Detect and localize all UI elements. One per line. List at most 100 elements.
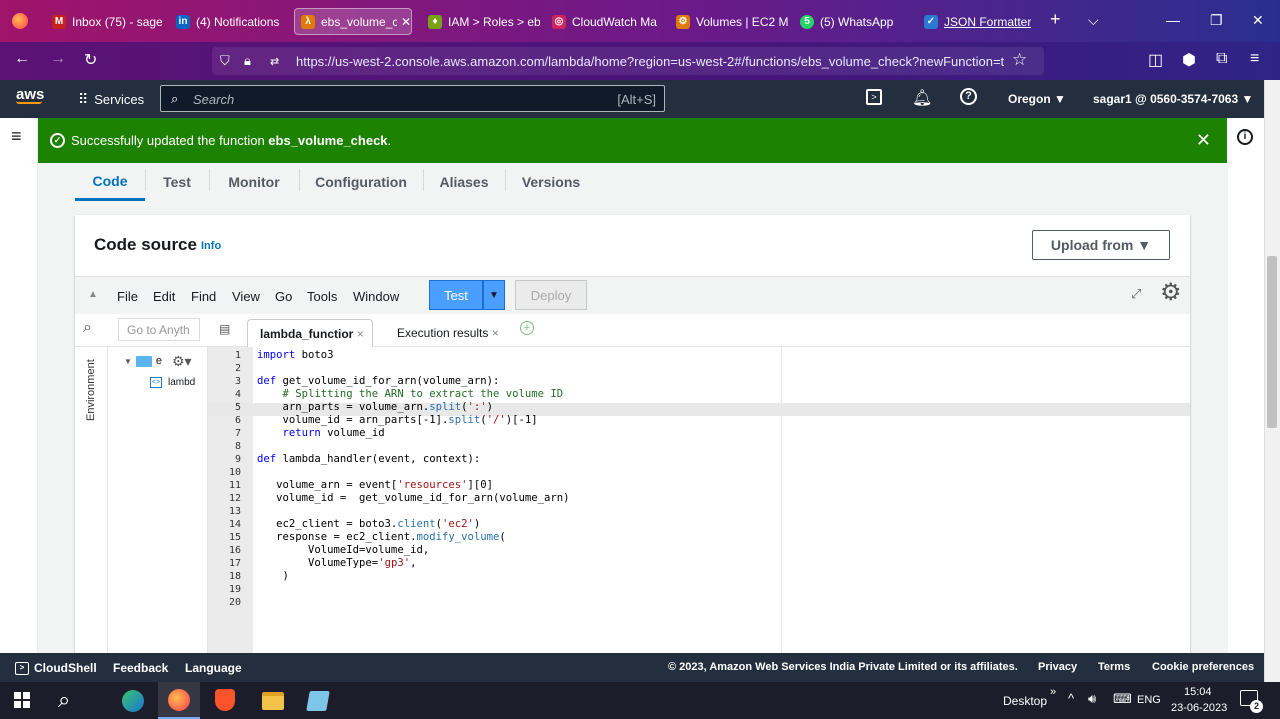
menu-hamburger-icon[interactable]: ≡ — [11, 126, 22, 147]
feedback-link[interactable]: Feedback — [113, 661, 168, 675]
menu-view[interactable]: View — [232, 289, 260, 304]
browser-tab-cloudwatch[interactable]: ◎ CloudWatch Ma — [546, 8, 664, 35]
firefox-menu-icon[interactable] — [12, 13, 28, 29]
file-tab-execution-results[interactable]: Execution results × — [381, 319, 509, 347]
deploy-button[interactable]: Deploy — [515, 280, 587, 310]
environment-label[interactable]: Environment — [85, 345, 97, 421]
address-bar[interactable]: ⛉ 🔒︎ ⇄ https://us-west-2.console.aws.ama… — [212, 47, 1044, 75]
dismiss-banner-icon[interactable]: ✕ — [1196, 130, 1211, 151]
menu-file[interactable]: File — [117, 289, 138, 304]
terms-link[interactable]: Terms — [1098, 661, 1130, 673]
search-files-icon[interactable]: ⌕ — [83, 319, 92, 337]
info-link[interactable]: Info — [201, 240, 221, 252]
hamburger-menu-icon[interactable]: ≡ — [1250, 50, 1259, 68]
account-menu[interactable]: sagar1 @ 0560-3574-7063 ▼ — [1093, 92, 1253, 106]
close-window-icon[interactable]: ✕ — [1252, 12, 1264, 29]
code-line[interactable]: response = ec2_client.modify_volume( — [257, 531, 506, 543]
tab-list-chevron-icon[interactable]: ⌵ — [1088, 12, 1099, 29]
menu-go[interactable]: Go — [275, 289, 292, 304]
close-results-tab-icon[interactable]: × — [488, 326, 499, 340]
tab-monitor[interactable]: Monitor — [209, 163, 299, 201]
tray-up-icon[interactable]: ^ — [1068, 691, 1074, 706]
fullscreen-icon[interactable]: ⤢ — [1131, 286, 1141, 302]
pocket-icon[interactable]: ◫ — [1148, 50, 1163, 70]
tab-code[interactable]: Code — [75, 163, 145, 201]
close-file-tab-icon[interactable]: × — [353, 327, 364, 341]
settings-gear-icon[interactable]: ⚙ — [1160, 281, 1182, 305]
code-line[interactable]: volume_id = arn_parts[-1].split('/')[-1] — [257, 414, 538, 426]
code-line[interactable]: def get_volume_id_for_arn(volume_arn): — [257, 375, 499, 387]
page-scrollbar[interactable] — [1264, 80, 1280, 682]
code-line[interactable]: VolumeType='gp3', — [257, 557, 416, 569]
add-tab-icon[interactable]: + — [520, 321, 534, 335]
tree-file-row[interactable]: <> lambd — [150, 377, 195, 388]
maximize-icon[interactable]: ❐ — [1210, 12, 1223, 29]
browser-tab-iam[interactable]: ♦ IAM > Roles > eb — [422, 8, 540, 35]
menu-edit[interactable]: Edit — [153, 289, 175, 304]
browser-tab-whatsapp[interactable]: 5 (5) WhatsApp — [794, 8, 912, 35]
notepad-icon[interactable] — [306, 691, 330, 711]
code-line[interactable]: arn_parts = volume_arn.split(':') — [257, 401, 494, 413]
overflow-chevron-icon[interactable]: » — [1050, 686, 1056, 698]
goto-anything-input[interactable]: Go to Anyth — [118, 318, 200, 341]
browser-tab-linkedin[interactable]: in (4) Notifications — [170, 8, 288, 35]
file-explorer-icon[interactable] — [262, 692, 284, 710]
language-indicator[interactable]: ENG — [1137, 694, 1161, 706]
code-line[interactable]: volume_id = get_volume_id_for_arn(volume… — [257, 492, 569, 504]
cloudshell-icon[interactable]: > — [866, 89, 882, 105]
forward-icon[interactable]: → — [50, 50, 66, 68]
privacy-link[interactable]: Privacy — [1038, 661, 1077, 673]
services-menu[interactable]: ⠿ Services — [78, 91, 144, 108]
edge-icon[interactable] — [122, 690, 144, 712]
code-line[interactable]: import boto3 — [257, 349, 334, 361]
panel-toggle-icon[interactable]: ▤ — [219, 322, 230, 336]
test-dropdown-button[interactable]: ▼ — [483, 280, 505, 310]
browser-tab-gmail[interactable]: M Inbox (75) - sage — [46, 8, 166, 35]
browser-tab-ec2[interactable]: ⚙ Volumes | EC2 M — [670, 8, 788, 35]
cookie-preferences-link[interactable]: Cookie preferences — [1152, 661, 1254, 673]
notifications-bell-icon[interactable]: 🔔︎ — [912, 88, 932, 108]
aws-logo[interactable]: aws — [16, 86, 44, 104]
cloudshell-link[interactable]: > CloudShell — [15, 661, 97, 675]
tree-folder-row[interactable]: ▼ e — [124, 355, 162, 367]
code-line[interactable]: ) — [257, 570, 289, 582]
keyboard-icon[interactable]: ⌨ — [1113, 691, 1132, 707]
tab-versions[interactable]: Versions — [505, 163, 597, 201]
help-icon[interactable]: ? — [960, 88, 977, 105]
new-tab-icon[interactable]: + — [1050, 9, 1061, 30]
aws-search-input[interactable]: ⌕ Search [Alt+S] — [160, 85, 665, 112]
firefox-taskbar-icon[interactable] — [158, 682, 200, 719]
clock-time[interactable]: 15:04 — [1184, 686, 1212, 698]
brave-icon[interactable] — [215, 689, 235, 711]
desktop-label[interactable]: Desktop — [1003, 694, 1047, 708]
volume-icon[interactable]: 🔊︎ — [1088, 691, 1096, 707]
code-line[interactable]: ec2_client = boto3.client('ec2') — [257, 518, 480, 530]
scroll-thumb[interactable] — [1267, 256, 1277, 428]
bookmark-star-icon[interactable]: ☆ — [1012, 50, 1027, 70]
minimize-icon[interactable]: — — [1166, 12, 1180, 28]
windows-start-icon[interactable] — [14, 692, 30, 708]
menu-window[interactable]: Window — [353, 289, 399, 304]
browser-tab-lambda[interactable]: λ ebs_volume_cl ✕ — [294, 8, 412, 35]
code-line[interactable]: volume_arn = event['resources'][0] — [257, 479, 493, 491]
upload-from-button[interactable]: Upload from ▼ — [1032, 230, 1170, 260]
code-line[interactable]: # Splitting the ARN to extract the volum… — [257, 388, 564, 400]
tab-test[interactable]: Test — [145, 163, 209, 201]
browser-tab-json[interactable]: ✓ JSON Formatter — [918, 8, 1036, 35]
file-tab-lambda[interactable]: lambda_functior × — [247, 319, 373, 347]
code-line[interactable]: return volume_id — [257, 427, 385, 439]
test-button[interactable]: Test — [429, 280, 483, 310]
tab-aliases[interactable]: Aliases — [423, 163, 505, 201]
back-icon[interactable]: ← — [14, 50, 30, 68]
menu-find[interactable]: Find — [191, 289, 216, 304]
code-line[interactable]: def lambda_handler(event, context): — [257, 453, 480, 465]
region-selector[interactable]: Oregon ▼ — [1008, 92, 1066, 106]
taskbar-search-icon[interactable]: ⌕ — [58, 687, 70, 713]
tab-configuration[interactable]: Configuration — [299, 163, 423, 201]
code-line[interactable]: VolumeId=volume_id, — [257, 544, 429, 556]
extensions-icon[interactable]: ⧉ — [1216, 50, 1227, 68]
language-link[interactable]: Language — [185, 661, 242, 675]
menu-tools[interactable]: Tools — [307, 289, 337, 304]
reload-icon[interactable]: ↻ — [84, 50, 97, 70]
info-panel-icon[interactable]: i — [1237, 129, 1253, 145]
